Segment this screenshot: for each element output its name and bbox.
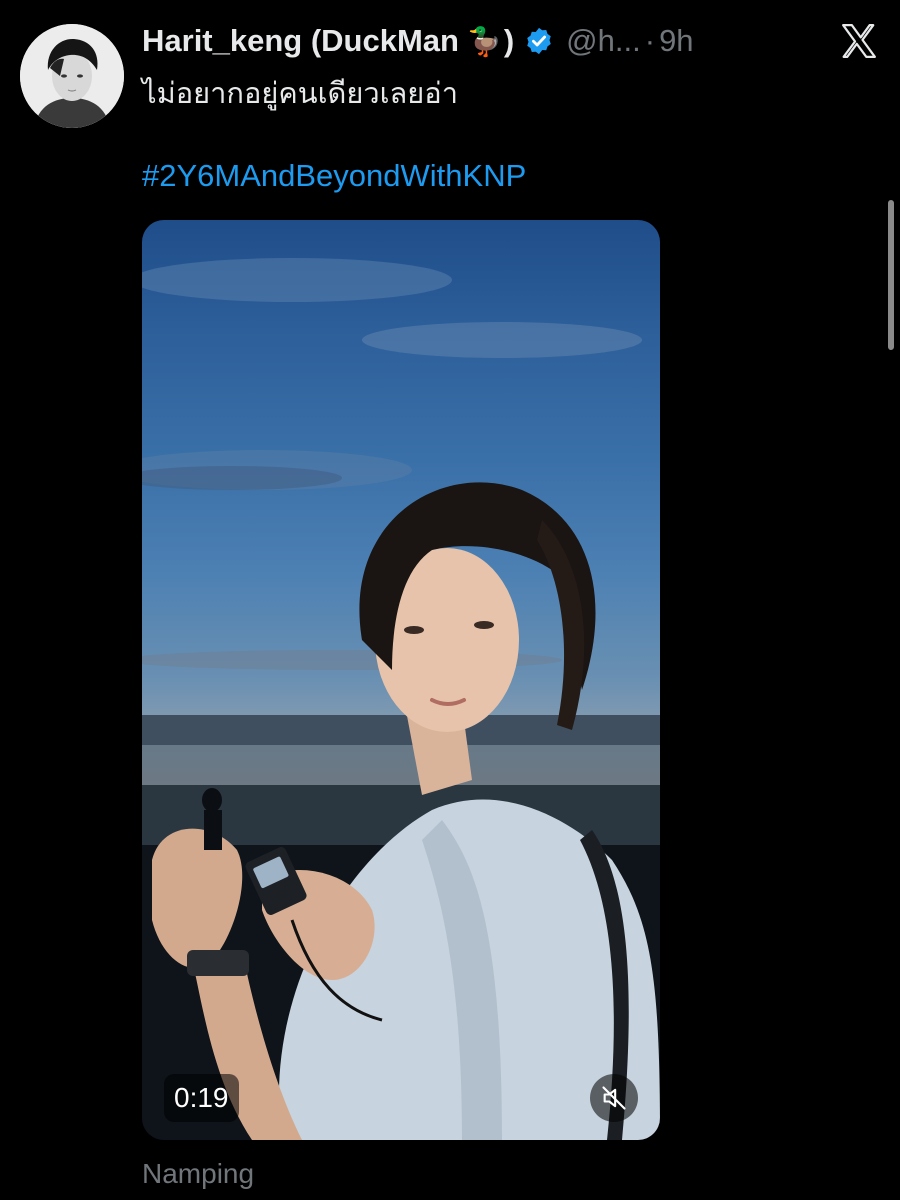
hashtag-link[interactable]: #2Y6MAndBeyondWithKNP (142, 158, 526, 194)
speaker-muted-icon (602, 1086, 626, 1110)
avatar[interactable] (20, 24, 124, 128)
tweet-text: ไม่อยากอยู่คนเดียวเลยอ่า (142, 78, 458, 110)
video-duration: 0:19 (164, 1074, 239, 1122)
video-frame (142, 258, 660, 1140)
video-player[interactable] (142, 220, 660, 1140)
verified-badge-icon (527, 27, 551, 55)
scrollbar-thumb[interactable] (888, 200, 894, 350)
separator-dot: · (644, 23, 656, 58)
user-handle[interactable]: @h... (566, 23, 641, 59)
tweet-view: Harit_keng (DuckMan 🦆 ) @h... · 9h ไม่อย… (0, 0, 900, 1200)
avatar-image (20, 24, 124, 128)
timestamp[interactable]: 9h (659, 23, 693, 59)
media-caption: Namping (142, 1158, 255, 1189)
duck-emoji: 🦆 (466, 25, 502, 57)
x-logo-icon[interactable] (840, 22, 878, 60)
tweet-header: Harit_keng (DuckMan 🦆 ) @h... · 9h (142, 18, 694, 64)
display-name[interactable]: Harit_keng (DuckMan (142, 23, 459, 59)
display-name-close: ) (503, 23, 515, 58)
mute-button[interactable] (590, 1074, 638, 1122)
